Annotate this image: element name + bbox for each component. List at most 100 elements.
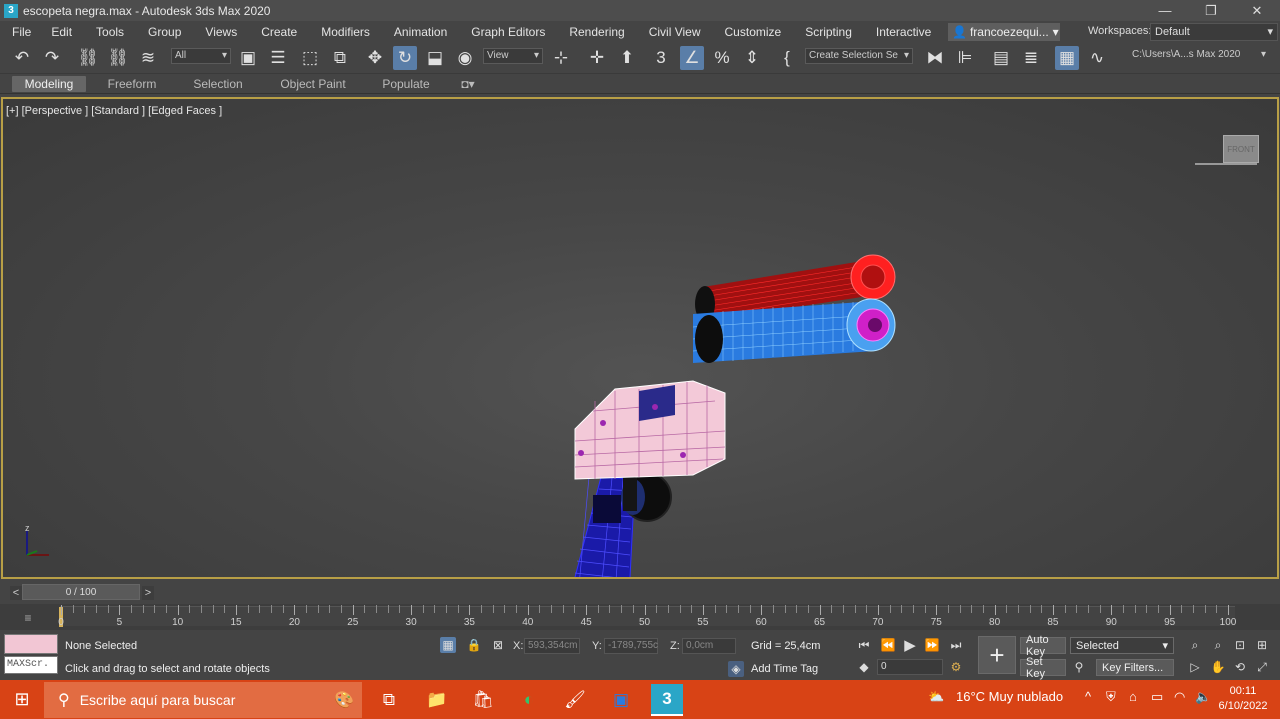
- curve-editor-icon[interactable]: ∿: [1085, 46, 1109, 70]
- weather-icon[interactable]: ⛅: [928, 689, 944, 705]
- taskbar-clock[interactable]: 00:11 6/10/2022: [1210, 684, 1276, 714]
- zoom-extents-icon[interactable]: ⊡: [1232, 637, 1248, 653]
- menu-views[interactable]: Views: [193, 25, 249, 39]
- align-icon[interactable]: ⊫: [953, 46, 977, 70]
- auto-key-button[interactable]: Auto Key: [1020, 634, 1066, 658]
- previous-frame-icon[interactable]: ⏪: [880, 637, 896, 653]
- set-keys-button[interactable]: +: [978, 636, 1016, 674]
- menu-scripting[interactable]: Scripting: [793, 25, 864, 39]
- restore-button[interactable]: ❐: [1188, 0, 1234, 21]
- key-mode-dropdown[interactable]: Selected ▾: [1070, 637, 1174, 654]
- file-explorer-icon[interactable]: 📁: [421, 684, 453, 716]
- snaps-toggle-icon[interactable]: 3: [649, 46, 673, 70]
- battery-icon[interactable]: ▭: [1151, 689, 1163, 705]
- minimize-button[interactable]: —: [1142, 0, 1188, 21]
- taskbar-search-box[interactable]: ⚲ Escribe aquí para buscar 🎨: [44, 682, 362, 718]
- photos-app-icon[interactable]: ▣: [605, 684, 637, 716]
- scale-icon[interactable]: ⬓: [423, 46, 447, 70]
- go-to-start-icon[interactable]: ⏮: [856, 637, 872, 653]
- menu-interactive[interactable]: Interactive: [864, 25, 943, 39]
- x-coordinate-field[interactable]: 593,354cm: [524, 638, 580, 654]
- edit-named-selection-icon[interactable]: {: [775, 46, 799, 70]
- absolute-mode-icon[interactable]: ⊠: [490, 637, 506, 653]
- project-folder-dropdown[interactable]: C:\Users\A...s Max 2020 ▾: [1129, 48, 1269, 64]
- next-frame-icon[interactable]: ⏩: [924, 637, 940, 653]
- scene-explorer-icon[interactable]: ▦: [1055, 46, 1079, 70]
- task-view-icon[interactable]: ⧉: [373, 684, 405, 716]
- volume-icon[interactable]: 🔈: [1195, 689, 1211, 705]
- windows-start-icon[interactable]: ⊞: [0, 680, 44, 719]
- time-tag-icon[interactable]: ◈: [728, 661, 744, 677]
- maximize-viewport-icon[interactable]: ⤢: [1254, 659, 1270, 675]
- spinner-snap-icon[interactable]: ⇕: [740, 46, 764, 70]
- layer-explorer-icon[interactable]: ▤: [989, 46, 1013, 70]
- show-hidden-icons[interactable]: ^: [1085, 689, 1091, 704]
- close-button[interactable]: ✕: [1234, 0, 1280, 21]
- manipulate-icon[interactable]: ✛: [585, 46, 609, 70]
- menu-graph-editors[interactable]: Graph Editors: [459, 25, 557, 39]
- menu-customize[interactable]: Customize: [713, 25, 794, 39]
- add-time-tag[interactable]: Add Time Tag: [751, 663, 818, 675]
- lock-selection-icon[interactable]: 🔒: [466, 637, 482, 653]
- bind-space-warp-icon[interactable]: ≋: [136, 46, 160, 70]
- next-frame-arrow[interactable]: >: [142, 586, 154, 600]
- menu-create[interactable]: Create: [249, 25, 309, 39]
- keyboard-shortcut-icon[interactable]: ⬆: [615, 46, 639, 70]
- menu-tools[interactable]: Tools: [84, 25, 136, 39]
- menu-edit[interactable]: Edit: [43, 25, 84, 39]
- go-to-end-icon[interactable]: ⏭: [948, 637, 964, 653]
- zoom-extents-all-icon[interactable]: ⊞: [1254, 637, 1270, 653]
- pivot-center-icon[interactable]: ⊹: [549, 46, 573, 70]
- percent-snap-icon[interactable]: %: [710, 46, 734, 70]
- redo-icon[interactable]: ↷: [40, 46, 64, 70]
- y-coordinate-field[interactable]: -1789,755c: [604, 638, 658, 654]
- rotate-icon[interactable]: ↻: [393, 46, 417, 70]
- selection-filter-dropdown[interactable]: All ▾: [171, 48, 231, 64]
- wifi-icon[interactable]: ◠: [1174, 689, 1185, 705]
- named-selection-dropdown[interactable]: Create Selection Se ▾: [805, 48, 913, 64]
- mini-listener[interactable]: [4, 634, 58, 654]
- time-configuration-icon[interactable]: ⚙: [948, 659, 964, 675]
- prev-frame-arrow[interactable]: <: [10, 586, 22, 600]
- search-highlight-icon[interactable]: 🎨: [334, 690, 354, 710]
- tab-object-paint[interactable]: Object Paint: [272, 76, 354, 92]
- menu-group[interactable]: Group: [136, 25, 193, 39]
- select-object-icon[interactable]: ▣: [236, 46, 260, 70]
- menu-animation[interactable]: Animation: [382, 25, 459, 39]
- tab-populate[interactable]: Populate: [374, 76, 438, 92]
- reference-coordinate-dropdown[interactable]: View ▾: [483, 48, 543, 64]
- key-mode-toggle-icon[interactable]: ◆: [856, 659, 872, 675]
- menu-rendering[interactable]: Rendering: [557, 25, 636, 39]
- 3ds-max-taskbar-icon[interactable]: 3: [651, 684, 683, 716]
- maxscript-listener[interactable]: MAXScr.: [4, 656, 58, 674]
- time-slider[interactable]: 0 / 100: [22, 584, 140, 600]
- store-icon[interactable]: 🛍: [467, 684, 499, 716]
- pan-icon[interactable]: ✋: [1210, 659, 1226, 675]
- shield-icon[interactable]: ⛨: [1106, 689, 1116, 705]
- current-frame-field[interactable]: 0: [877, 659, 943, 675]
- ribbon-options-icon[interactable]: ◘▾: [454, 76, 482, 92]
- tab-freeform[interactable]: Freeform: [100, 76, 164, 92]
- shotgun-model[interactable]: z: [3, 99, 1277, 577]
- zoom-all-icon[interactable]: ⌕: [1210, 637, 1226, 653]
- window-crossing-icon[interactable]: ⧉: [328, 46, 352, 70]
- angle-snap-icon[interactable]: ∠: [680, 46, 704, 70]
- device-icon[interactable]: ⌂: [1129, 689, 1137, 704]
- orbit-icon[interactable]: ⟲: [1232, 659, 1248, 675]
- unlink-icon[interactable]: ⛓: [106, 46, 130, 70]
- isolate-selection-icon[interactable]: ▦: [440, 637, 456, 653]
- edge-browser-icon[interactable]: ◐: [513, 684, 545, 716]
- key-filter-icon[interactable]: ⚲: [1071, 659, 1087, 675]
- key-filters-button[interactable]: Key Filters...: [1096, 659, 1174, 676]
- weather-text[interactable]: 16°C Muy nublado: [956, 689, 1063, 704]
- user-account-button[interactable]: 👤 francoezequi... ▾: [948, 23, 1060, 41]
- field-of-view-icon[interactable]: ▷: [1187, 659, 1203, 675]
- move-icon[interactable]: ✥: [363, 46, 387, 70]
- perspective-viewport[interactable]: [+] [Perspective ] [Standard ] [Edged Fa…: [1, 97, 1279, 579]
- play-icon[interactable]: ▶: [902, 637, 918, 654]
- menu-file[interactable]: File: [0, 25, 43, 39]
- menu-civil-view[interactable]: Civil View: [637, 25, 713, 39]
- tab-modeling[interactable]: Modeling: [12, 76, 86, 92]
- zoom-icon[interactable]: ⌕: [1187, 637, 1203, 653]
- app-icon[interactable]: 3: [4, 3, 18, 18]
